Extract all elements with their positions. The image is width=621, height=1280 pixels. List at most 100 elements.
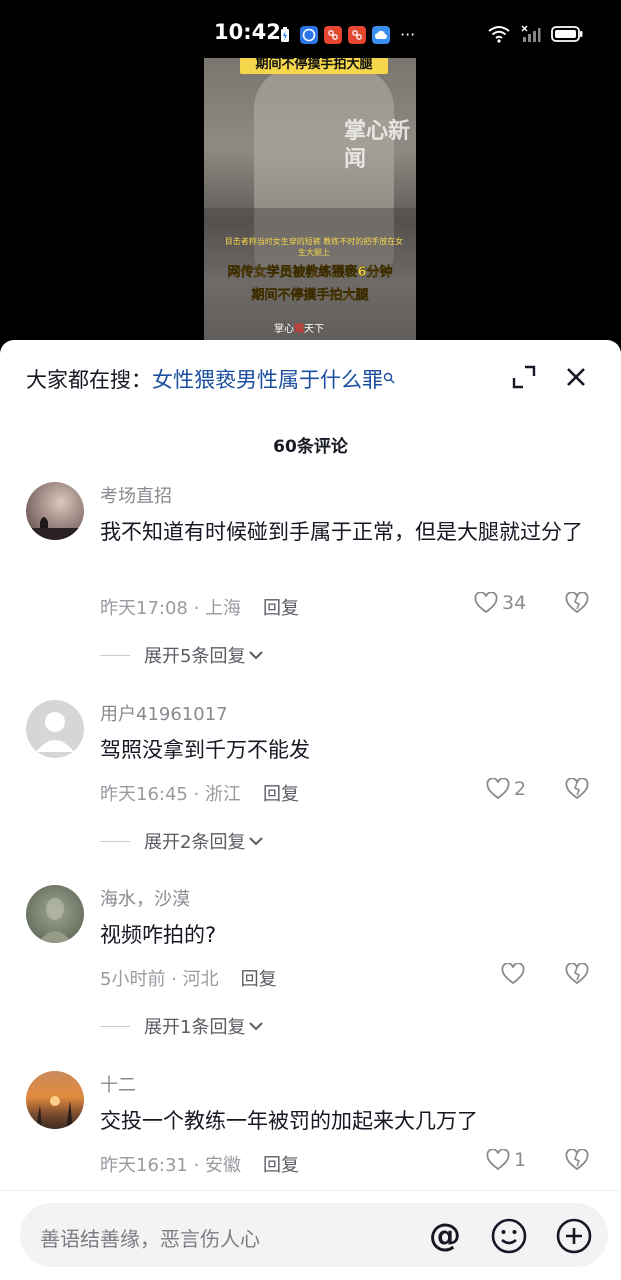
comment-text[interactable]: 视频咋拍的? <box>100 919 590 951</box>
heart-icon <box>474 592 498 614</box>
smiley-icon <box>491 1218 527 1254</box>
comment-time-location: 昨天17:08 · 上海 <box>100 598 242 619</box>
status-more: ··· <box>400 25 416 44</box>
close-button[interactable] <box>563 364 589 390</box>
video-small-caption: 目击者称当时女生穿的短裤 教练不时的把手放在女生大腿上 <box>224 237 404 257</box>
comment-input-placeholder: 善语结善缘，恶言伤人心 <box>40 1227 260 1251</box>
battery-icon <box>551 25 583 47</box>
emoji-button[interactable] <box>490 1217 528 1255</box>
expand-replies-label: 展开1条回复 <box>144 1017 246 1038</box>
reply-button[interactable]: 回复 <box>263 598 299 619</box>
like-button[interactable]: 2 <box>486 778 526 800</box>
dislike-button[interactable] <box>565 591 589 618</box>
expand-icon <box>512 365 536 389</box>
comment-username[interactable]: 考场直招 <box>100 482 172 508</box>
search-suggestion[interactable]: 大家都在搜：女性猥亵男性属于什么罪 <box>26 366 395 394</box>
video-top-caption: 期间不停摸手拍大腿 <box>240 58 388 74</box>
reply-button[interactable]: 回复 <box>241 969 277 990</box>
search-query-link[interactable]: 女性猥亵男性属于什么罪 <box>152 368 383 392</box>
comment-meta: 昨天16:45 · 浙江 回复 <box>100 780 299 806</box>
logo-prefix: 掌心 <box>274 324 294 335</box>
at-icon: @ <box>429 1216 461 1254</box>
dislike-button[interactable] <box>565 777 589 804</box>
heart-icon <box>486 1149 510 1171</box>
reply-button[interactable]: 回复 <box>263 1155 299 1176</box>
avatar[interactable] <box>26 482 84 540</box>
comment-text[interactable]: 驾照没拿到千万不能发 <box>100 734 590 766</box>
broken-heart-icon <box>565 591 589 614</box>
svg-text:@: @ <box>429 1217 461 1254</box>
video-caption-line2: 期间不停摸手拍大腿 <box>251 288 369 303</box>
comment-username[interactable]: 十二 <box>100 1071 136 1097</box>
expand-replies-label: 展开2条回复 <box>144 832 246 853</box>
heart-icon <box>501 963 525 985</box>
no-signal-icon <box>521 25 541 47</box>
mention-button[interactable]: @ <box>426 1216 464 1255</box>
logo-mark: 观 <box>294 324 304 335</box>
expand-divider <box>100 840 130 842</box>
status-system-icons <box>487 25 583 47</box>
chevron-down-icon <box>249 651 264 660</box>
comment-meta: 昨天16:31 · 安徽 回复 <box>100 1151 299 1177</box>
chevron-down-icon <box>249 837 264 846</box>
add-button[interactable] <box>555 1217 593 1255</box>
video-caption-line1: 网传女学员被教练猥亵6分钟 <box>227 265 393 280</box>
comment-input-bar: 善语结善缘，恶言伤人心 @ <box>0 1190 621 1280</box>
video-watermark: 掌心新闻 <box>344 119 411 172</box>
browser-app-icon <box>300 26 318 44</box>
plus-circle-icon <box>556 1218 592 1254</box>
comment-time-location: 昨天16:45 · 浙江 <box>100 784 242 805</box>
comment-username[interactable]: 用户41961017 <box>100 700 228 726</box>
logo-suffix: 天下 <box>304 324 324 335</box>
dislike-button[interactable] <box>565 1148 589 1175</box>
like-button[interactable]: 1 <box>486 1149 526 1171</box>
status-app-icons: ··· <box>276 25 415 45</box>
video-player[interactable]: 期间不停摸手拍大腿 掌心新闻 目击者称当时女生穿的短裤 教练不时的把手放在女生大… <box>0 58 621 358</box>
avatar[interactable] <box>26 885 84 943</box>
expand-replies-button[interactable]: 展开5条回复 <box>100 642 265 668</box>
like-button[interactable]: 34 <box>474 592 526 614</box>
broken-heart-icon <box>565 962 589 985</box>
close-icon <box>567 368 585 386</box>
avatar[interactable] <box>26 700 84 758</box>
reply-button[interactable]: 回复 <box>263 784 299 805</box>
comment-meta: 昨天17:08 · 上海 回复 <box>100 594 299 620</box>
expand-divider <box>100 1025 130 1027</box>
like-count: 2 <box>514 778 527 800</box>
comment-time-location: 5小时前 · 河北 <box>100 969 219 990</box>
like-count: 1 <box>514 1149 527 1171</box>
comment-text[interactable]: 我不知道有时候碰到手属于正常，但是大腿就过分了 <box>100 516 590 548</box>
broken-heart-icon <box>565 1148 589 1171</box>
battery-saver-icon <box>276 26 294 44</box>
search-icon <box>383 372 395 388</box>
broken-heart-icon <box>565 777 589 800</box>
expand-replies-button[interactable]: 展开1条回复 <box>100 1013 265 1039</box>
wifi-icon <box>487 25 511 47</box>
comment-input[interactable]: 善语结善缘，恶言伤人心 @ <box>20 1203 608 1267</box>
like-button[interactable] <box>501 963 529 985</box>
video-scene-shadow <box>204 208 416 358</box>
comment-username[interactable]: 海水，沙漠 <box>100 885 190 911</box>
like-count: 34 <box>502 592 527 614</box>
comment-count: 60条评论 <box>273 437 348 457</box>
video-frame[interactable]: 期间不停摸手拍大腿 掌心新闻 目击者称当时女生穿的短裤 教练不时的把手放在女生大… <box>204 58 416 358</box>
status-time: 10:42 <box>214 20 281 44</box>
chevron-down-icon <box>249 1022 264 1031</box>
expand-divider <box>100 654 130 656</box>
comment-meta: 5小时前 · 河北 回复 <box>100 965 277 991</box>
comment-sheet: 大家都在搜：女性猥亵男性属于什么罪 60条评论 考场直招 我不知道有时候碰到手属… <box>0 340 621 1280</box>
video-source-logo: 掌心观天下 <box>274 320 324 335</box>
comment-time-location: 昨天16:31 · 安徽 <box>100 1155 242 1176</box>
app-icon-red <box>348 26 366 44</box>
fullscreen-button[interactable] <box>511 364 537 390</box>
expand-replies-button[interactable]: 展开2条回复 <box>100 828 265 854</box>
search-prefix: 大家都在搜： <box>26 368 152 392</box>
weather-cloud-icon <box>372 26 390 44</box>
comment-text[interactable]: 交投一个教练一年被罚的加起来大几万了 <box>100 1105 590 1137</box>
app-icon-red <box>324 26 342 44</box>
status-bar: 10:42 ··· <box>0 0 621 58</box>
dislike-button[interactable] <box>565 962 589 989</box>
avatar[interactable] <box>26 1071 84 1129</box>
heart-icon <box>486 778 510 800</box>
expand-replies-label: 展开5条回复 <box>144 646 246 667</box>
